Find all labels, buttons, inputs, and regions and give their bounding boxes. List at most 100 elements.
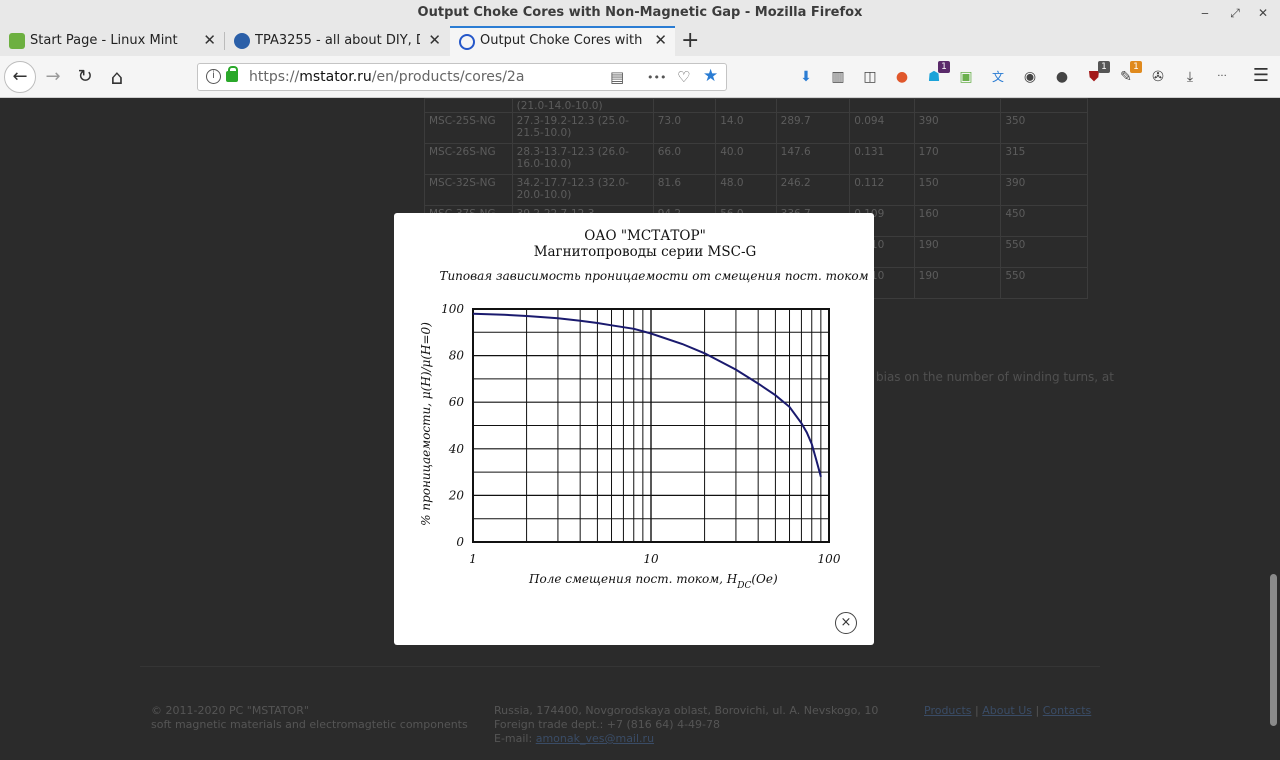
footer-contacts: Russia, 174400, Novgorodskaya oblast, Bo… bbox=[494, 704, 878, 746]
lock-icon bbox=[226, 66, 238, 82]
wave-favicon-icon bbox=[234, 33, 250, 49]
table-cell bbox=[715, 98, 777, 113]
home-button[interactable]: ⌂ bbox=[102, 63, 132, 91]
hamburger-menu-icon[interactable]: ☰ bbox=[1246, 62, 1276, 90]
url-bar[interactable]: i https://mstator.ru/en/products/cores/2… bbox=[197, 63, 727, 91]
back-button[interactable]: ← bbox=[4, 61, 36, 93]
pocket-icon[interactable]: ♡ bbox=[677, 68, 690, 86]
sidebar-icon[interactable]: ◫ bbox=[860, 67, 880, 87]
reload-button[interactable]: ↻ bbox=[70, 63, 100, 91]
y-axis-ticks: 0 20 40 60 80 100 bbox=[441, 302, 464, 549]
site-info-icon[interactable]: i bbox=[206, 69, 221, 84]
tab-close-icon[interactable]: ✕ bbox=[203, 31, 216, 49]
navigation-bar: ← → ↻ ⌂ i https://mstator.ru/en/products… bbox=[0, 56, 1280, 98]
table-cell: 73.0 bbox=[652, 112, 717, 144]
email-line: E-mail: amonak_ves@mail.ru bbox=[494, 732, 878, 746]
url-text[interactable]: https://mstator.ru/en/products/cores/2a bbox=[249, 69, 524, 85]
table-cell bbox=[652, 98, 717, 113]
mstator-favicon-icon bbox=[459, 34, 475, 50]
extension-green-icon[interactable]: ▣ bbox=[956, 67, 976, 87]
permeability-curve bbox=[472, 312, 822, 478]
table-cell: 289.7 bbox=[775, 112, 851, 144]
y-axis-label: % проницаемости, μ(H)/μ(H=0) bbox=[419, 322, 433, 526]
bookmark-star-icon[interactable]: ★ bbox=[703, 66, 718, 86]
window-title: Output Choke Cores with Non-Magnetic Gap… bbox=[417, 5, 863, 20]
restore-button[interactable]: ⤢ bbox=[1225, 3, 1245, 23]
table-cell bbox=[775, 98, 851, 113]
table-cell: 160 bbox=[913, 205, 1002, 237]
x-axis-label-main: Поле смещения пост. током, H bbox=[528, 572, 738, 586]
library-icon[interactable]: ▥ bbox=[828, 67, 848, 87]
table-cell: MSC-26S-NG bbox=[424, 143, 513, 175]
y-tick-label: 100 bbox=[441, 302, 464, 316]
new-tab-button[interactable]: + bbox=[681, 28, 699, 53]
y-tick-label: 40 bbox=[448, 442, 465, 456]
reader-view-icon[interactable]: ▤ bbox=[610, 68, 624, 86]
tab-tpa3255[interactable]: TPA3255 - all about DIY, D ✕ bbox=[225, 26, 449, 56]
footer-link-about-us[interactable]: About Us bbox=[982, 704, 1032, 717]
table-cell: 48.0 bbox=[715, 174, 777, 206]
tab-start-page[interactable]: Start Page - Linux Mint ✕ bbox=[0, 26, 224, 56]
linux-mint-favicon-icon bbox=[9, 33, 25, 49]
x-axis-ticks: 1 10 100 bbox=[469, 552, 841, 566]
tab-close-icon[interactable]: ✕ bbox=[428, 31, 441, 49]
table-cell: 34.2-17.7-12.3 (32.0-20.0-10.0) bbox=[511, 174, 654, 206]
table-cell: 170 bbox=[913, 143, 1002, 175]
download-arrow-icon[interactable]: ⬇ bbox=[796, 67, 816, 87]
table-cell: (21.0-14.0-10.0) bbox=[511, 98, 654, 113]
email-link[interactable]: amonak_ves@mail.ru bbox=[536, 732, 654, 745]
translate-icon[interactable]: 文 bbox=[988, 67, 1008, 87]
ublock-icon[interactable]: ⛊ 1 bbox=[1084, 61, 1110, 87]
table-cell: 66.0 bbox=[652, 143, 717, 175]
permeability-chart: ОАО "МСТАТОР" Магнитопроводы серии MSC-G… bbox=[419, 228, 869, 591]
table-row: MSC-26S-NG 28.3-13.7-12.3 (26.0-16.0-10.0… bbox=[424, 143, 1088, 175]
paragraph-text: bias on the number of winding turns, at bbox=[876, 370, 1114, 384]
table-cell: 40.0 bbox=[715, 143, 777, 175]
url-prefix: https:// bbox=[249, 69, 300, 85]
ellipsis-icon[interactable]: ··· bbox=[1212, 67, 1232, 87]
ghostery-icon[interactable]: ☗ 1 bbox=[924, 61, 950, 87]
tab-output-choke-cores[interactable]: Output Choke Cores with N ✕ bbox=[450, 26, 675, 56]
x-axis-label-sub: DC bbox=[736, 581, 751, 591]
table-cell: 147.6 bbox=[775, 143, 851, 175]
x-tick-label: 1 bbox=[469, 552, 477, 566]
table-cell: MSC-25S-NG bbox=[424, 112, 513, 144]
notification-badge: 1 bbox=[938, 61, 950, 73]
footer-link-products[interactable]: Products bbox=[924, 704, 972, 717]
circles-icon[interactable]: ● bbox=[1052, 67, 1072, 87]
lightbox-close-button[interactable]: × bbox=[835, 612, 857, 634]
footer-link-contacts[interactable]: Contacts bbox=[1043, 704, 1092, 717]
film-icon[interactable]: ✇ bbox=[1148, 67, 1168, 87]
download-icon[interactable]: ⤓ bbox=[1180, 67, 1200, 87]
fire-icon[interactable]: ● bbox=[892, 67, 912, 87]
pen-icon[interactable]: ✎ 1 bbox=[1116, 61, 1142, 87]
page-actions-icon[interactable]: ••• bbox=[647, 71, 666, 84]
table-cell: 390 bbox=[1000, 174, 1088, 206]
vertical-scrollbar[interactable] bbox=[1268, 98, 1280, 760]
footer-company: © 2011-2020 PC "MSTATOR" soft magnetic m… bbox=[151, 704, 468, 732]
table-cell: 0.094 bbox=[849, 112, 915, 144]
table-cell: 550 bbox=[1000, 267, 1088, 299]
table-cell: 450 bbox=[1000, 205, 1088, 237]
notification-badge: 1 bbox=[1098, 61, 1110, 73]
window-close-button[interactable]: ✕ bbox=[1253, 3, 1273, 23]
tab-label: Start Page - Linux Mint bbox=[30, 33, 178, 48]
y-tick-label: 0 bbox=[456, 535, 464, 549]
image-lightbox: ОАО "МСТАТОР" Магнитопроводы серии MSC-G… bbox=[394, 213, 874, 645]
link-separator: | bbox=[975, 704, 979, 717]
notification-badge: 1 bbox=[1130, 61, 1142, 73]
minimize-button[interactable]: ‒ bbox=[1195, 3, 1215, 23]
tab-close-icon[interactable]: ✕ bbox=[654, 31, 667, 49]
y-tick-label: 80 bbox=[449, 349, 465, 363]
trade-phone-text: Foreign trade dept.: +7 (816 64) 4-49-78 bbox=[494, 718, 720, 731]
link-separator: | bbox=[1035, 704, 1040, 717]
table-cell bbox=[913, 98, 1002, 113]
account-icon[interactable]: ◉ bbox=[1020, 67, 1040, 87]
email-label: E-mail: bbox=[494, 732, 536, 745]
table-cell: 27.3-19.2-12.3 (25.0-21.5-10.0) bbox=[511, 112, 654, 144]
forward-button[interactable]: → bbox=[38, 63, 68, 91]
scrollbar-thumb[interactable] bbox=[1270, 574, 1277, 726]
table-row: MSC-32S-NG 34.2-17.7-12.3 (32.0-20.0-10.0… bbox=[424, 174, 1088, 206]
table-cell: 81.6 bbox=[652, 174, 717, 206]
table-cell: 14.0 bbox=[715, 112, 777, 144]
